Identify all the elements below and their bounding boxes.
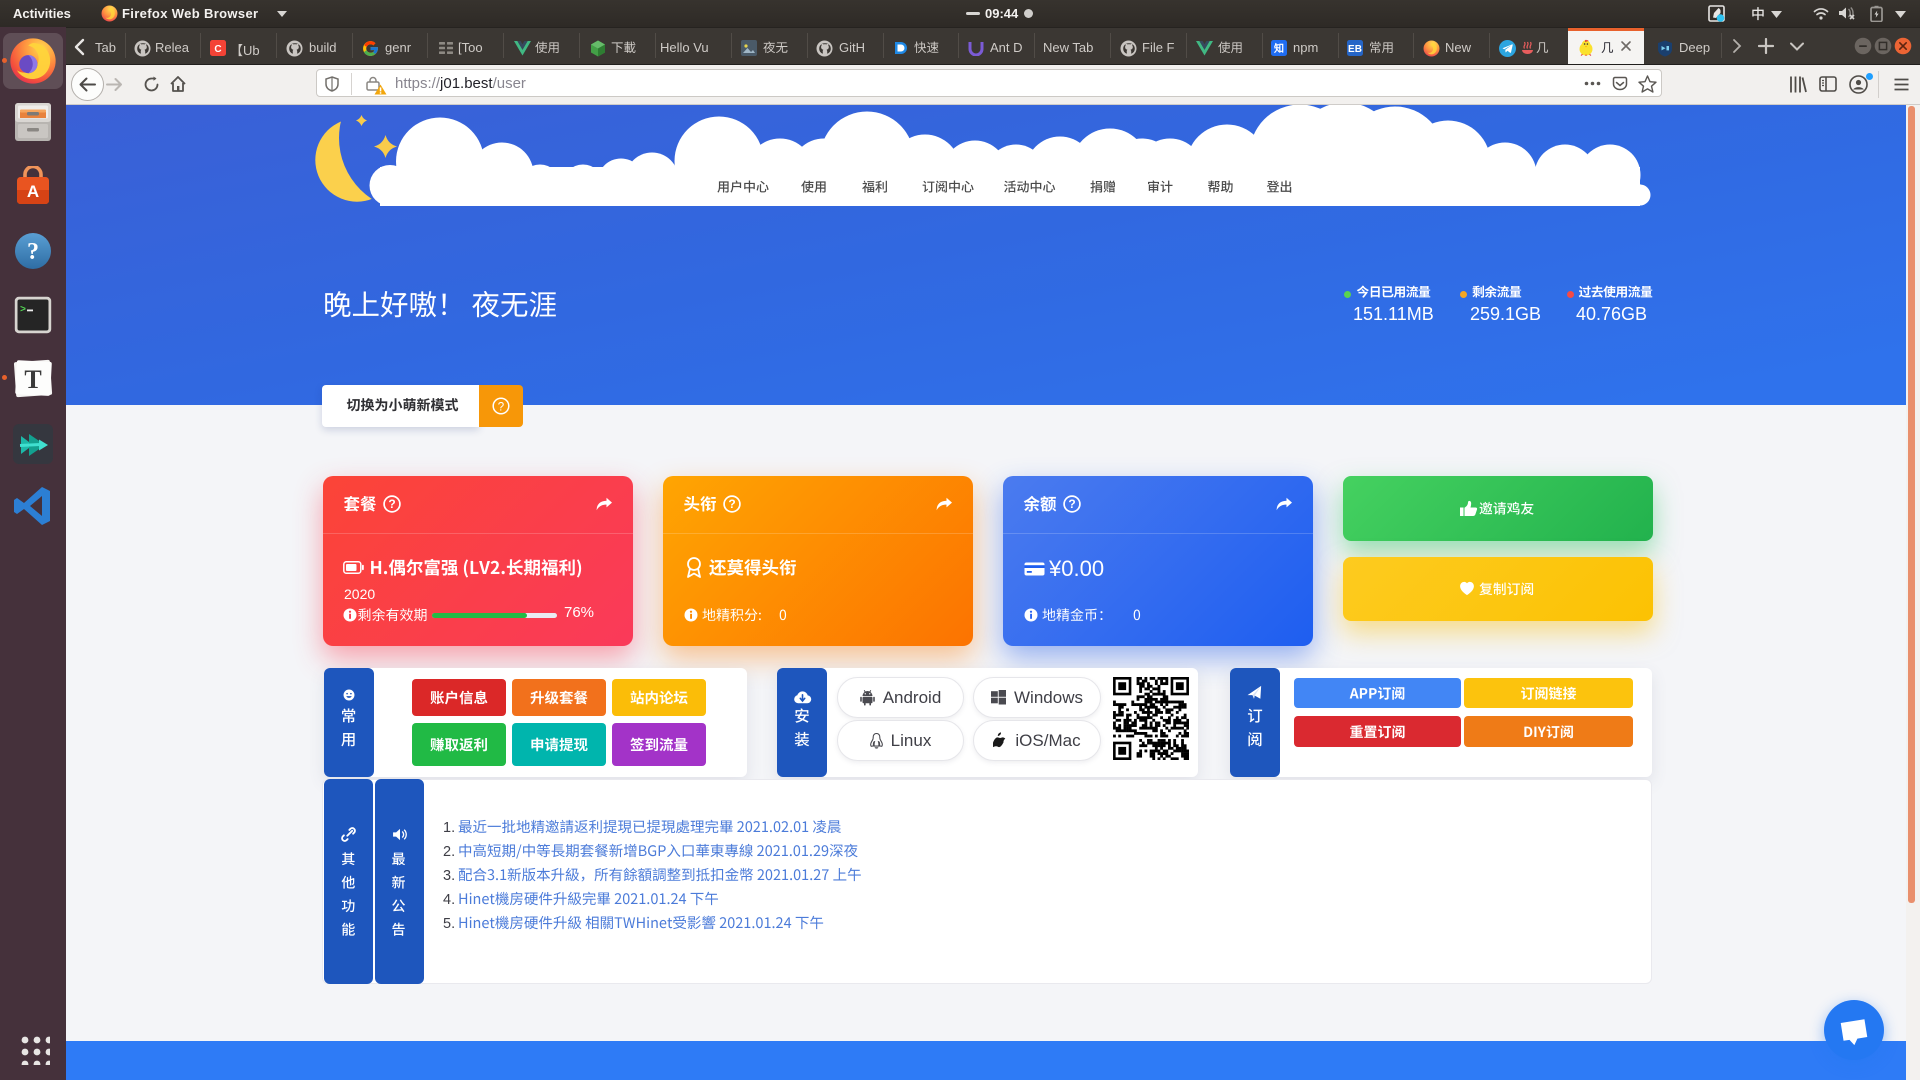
svg-text:T: T (24, 365, 41, 394)
svg-text:>: > (20, 305, 26, 316)
svg-text:?: ? (388, 497, 395, 511)
svg-text:A: A (27, 182, 39, 201)
svg-text:?: ? (498, 402, 504, 414)
svg-text:?: ? (1068, 497, 1075, 511)
svg-text:?: ? (728, 497, 735, 511)
svg-text:?: ? (27, 239, 39, 265)
